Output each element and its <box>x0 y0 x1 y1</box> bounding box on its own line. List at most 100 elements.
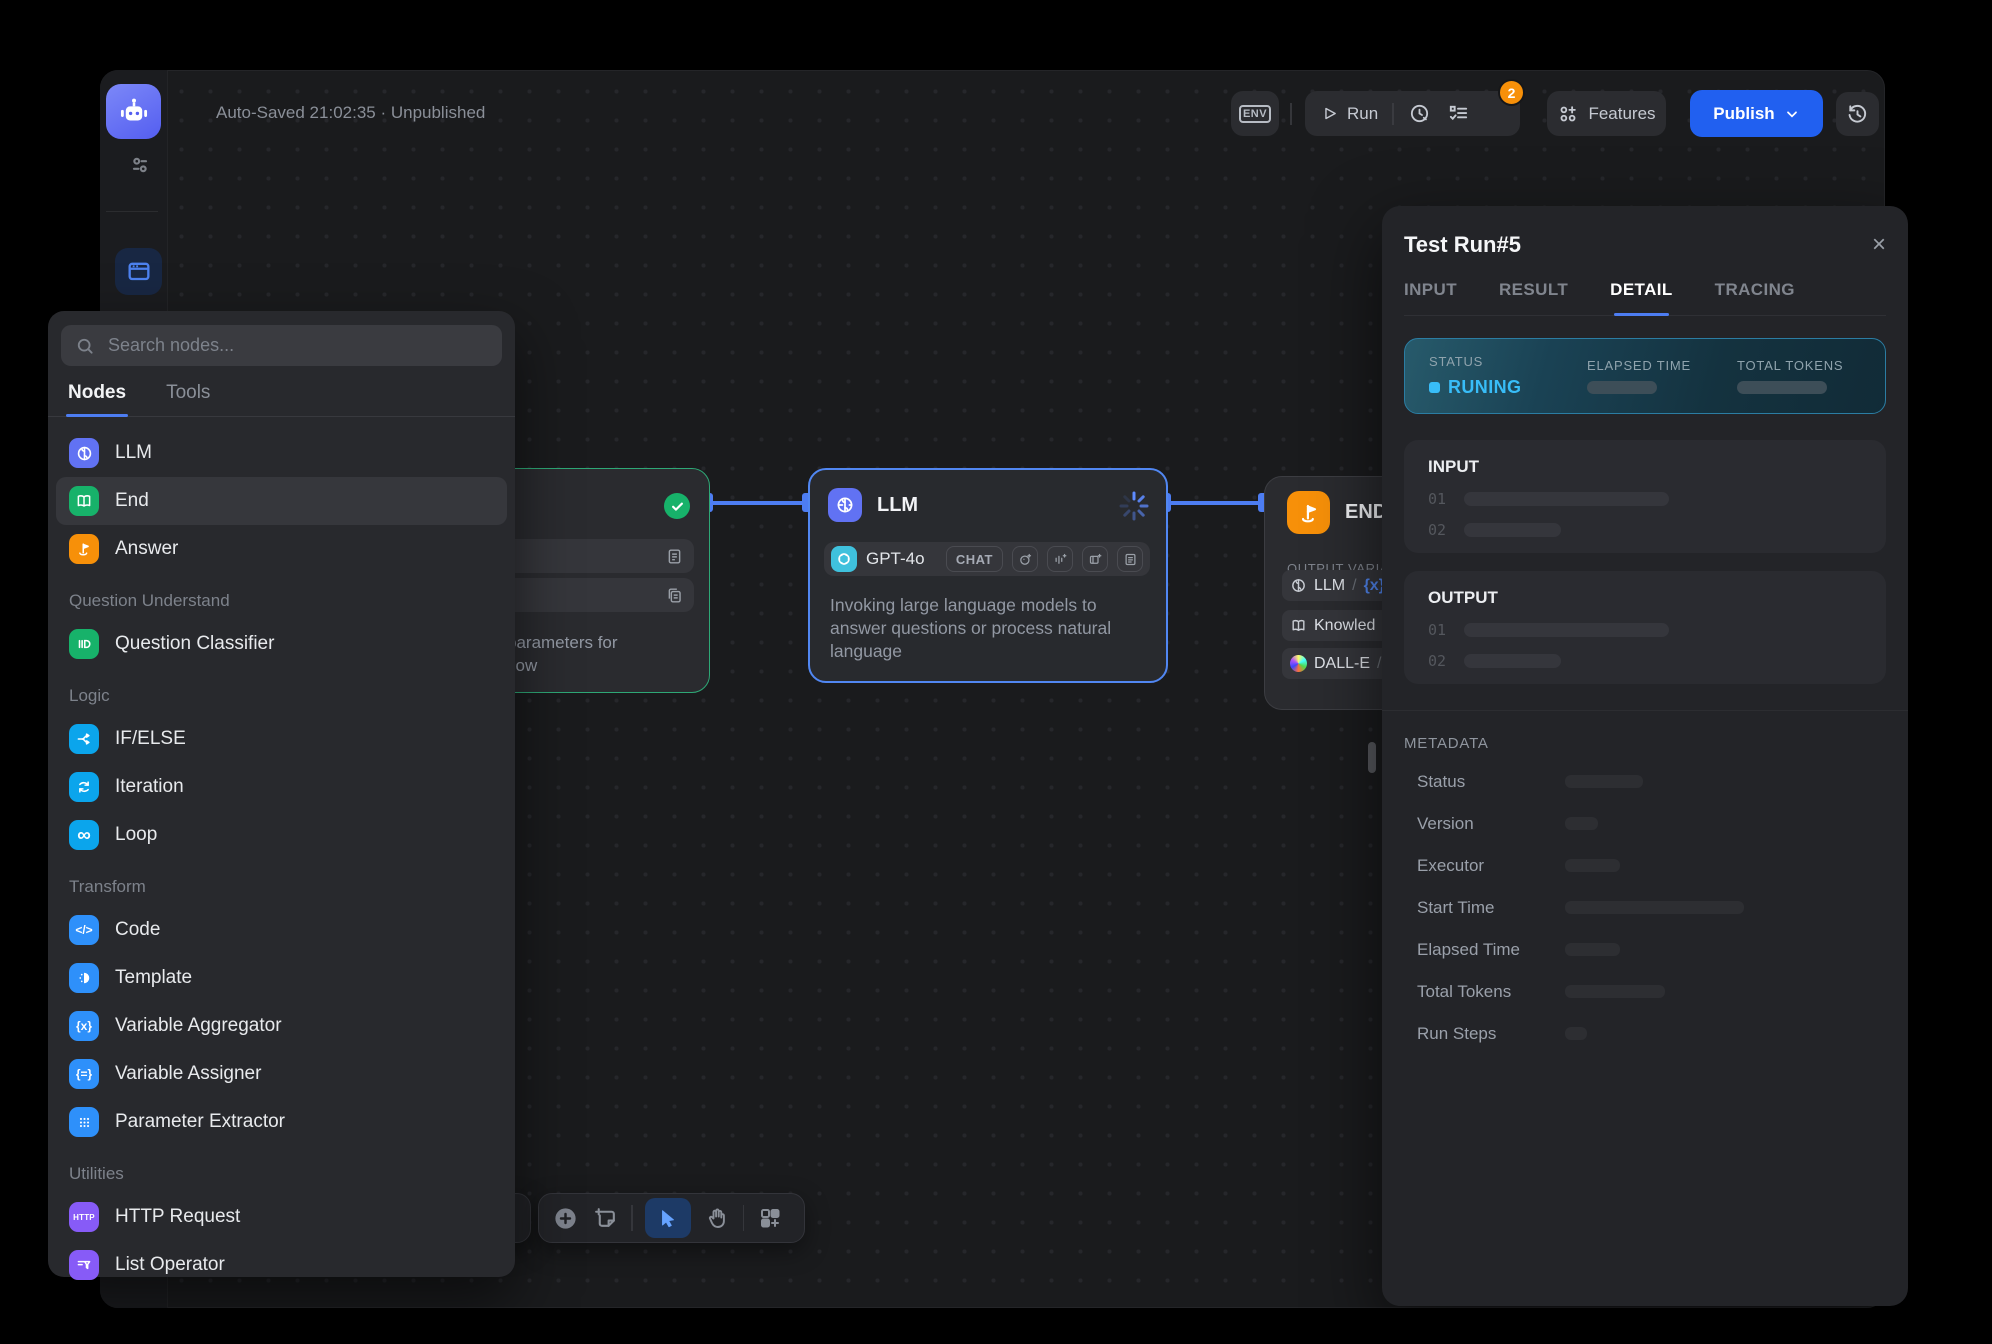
add-note-button[interactable] <box>591 1204 619 1232</box>
template-icon <box>69 963 99 993</box>
section-question-understand: Question Understand <box>56 573 507 620</box>
tab-tools[interactable]: Tools <box>166 382 210 416</box>
metadata-skeleton <box>1565 817 1598 830</box>
section-logic: Logic <box>56 668 507 715</box>
branch-icon <box>69 724 99 754</box>
document-capability-icon <box>1117 546 1143 572</box>
section-transform: Transform <box>56 859 507 906</box>
node-title: END <box>1345 501 1387 524</box>
status-value: RUNING <box>1429 377 1587 398</box>
node-item-code[interactable]: </> Code <box>56 906 507 954</box>
hand-tool-button[interactable] <box>703 1204 731 1232</box>
node-item-variable-assigner[interactable]: {=} Variable Assigner <box>56 1050 507 1098</box>
close-icon[interactable]: × <box>1872 233 1886 257</box>
output-card: OUTPUT 01 02 <box>1404 571 1886 684</box>
metadata-skeleton <box>1565 1027 1587 1040</box>
organize-nodes-button[interactable] <box>756 1204 784 1232</box>
node-item-if-else[interactable]: IF/ELSE <box>56 715 507 763</box>
node-item-llm[interactable]: LLM <box>56 429 507 477</box>
robot-icon <box>117 95 151 129</box>
node-item-end[interactable]: End <box>56 477 507 525</box>
list-filter-icon <box>69 1250 99 1280</box>
flag-icon <box>69 534 99 564</box>
play-icon <box>1321 105 1338 122</box>
edge-start-llm <box>712 501 806 505</box>
window-icon <box>125 258 153 286</box>
output-skeleton <box>1464 623 1669 637</box>
publish-button[interactable]: Publish <box>1690 90 1823 137</box>
variable-aggregator-icon: {x} <box>69 1011 99 1041</box>
metadata-skeleton <box>1565 775 1643 788</box>
metadata-row: Version <box>1404 811 1886 836</box>
tab-result[interactable]: RESULT <box>1499 280 1568 315</box>
document-icon <box>665 547 684 566</box>
node-item-template[interactable]: Template <box>56 954 507 1002</box>
node-item-parameter-extractor[interactable]: Parameter Extractor <box>56 1098 507 1146</box>
node-item-http-request[interactable]: HTTP HTTP Request <box>56 1193 507 1241</box>
autosave-status: Auto-Saved 21:02:35 · Unpublished <box>216 103 485 123</box>
metadata-skeleton <box>1565 901 1744 914</box>
run-button[interactable]: Run <box>1321 104 1378 124</box>
tab-tracing[interactable]: TRACING <box>1715 280 1795 315</box>
pointer-tool-button[interactable] <box>645 1198 691 1238</box>
metadata-skeleton <box>1565 943 1620 956</box>
node-search-panel: Nodes Tools LLM End <box>48 311 515 1277</box>
tab-input[interactable]: INPUT <box>1404 280 1457 315</box>
copy-icon <box>665 586 684 605</box>
output-title: OUTPUT <box>1428 588 1862 608</box>
run-panel-tabs: INPUT RESULT DETAIL TRACING <box>1404 280 1886 316</box>
node-search-box[interactable] <box>61 325 502 366</box>
llm-node[interactable]: LLM <box>808 468 1168 683</box>
panel-resize-handle[interactable] <box>1368 742 1376 773</box>
status-card: STATUS RUNING ELAPSED TIME TOTAL TOKENS <box>1404 338 1886 414</box>
node-item-list-operator[interactable]: List Operator <box>56 1241 507 1289</box>
features-button[interactable]: Features <box>1547 91 1666 136</box>
iteration-icon <box>69 772 99 802</box>
running-dot-icon <box>1429 382 1440 393</box>
run-history-button[interactable] <box>1408 102 1431 125</box>
metadata-row: Start Time <box>1404 895 1886 920</box>
metadata-row: Status <box>1404 769 1886 794</box>
tab-nodes[interactable]: Nodes <box>68 382 126 416</box>
add-node-button[interactable] <box>551 1204 579 1232</box>
model-name: GPT-4o <box>866 549 925 569</box>
node-item-answer[interactable]: Answer <box>56 525 507 573</box>
metadata-row: Run Steps <box>1404 1021 1886 1046</box>
model-selector[interactable]: GPT-4o CHAT <box>824 542 1150 576</box>
knowledge-book-icon <box>1290 617 1307 634</box>
video-capability-icon <box>1082 546 1108 572</box>
panels-button[interactable] <box>115 248 162 295</box>
elapsed-time-skeleton <box>1587 381 1657 394</box>
metadata-row: Executor <box>1404 853 1886 878</box>
test-run-panel: Test Run#5 × INPUT RESULT DETAIL TRACING… <box>1382 206 1908 1306</box>
start-node-description: parameters for flow <box>507 631 707 677</box>
rail-divider <box>106 211 158 212</box>
chevron-down-icon <box>1784 106 1800 122</box>
edge-llm-end <box>1170 501 1262 505</box>
checklist-badge: 2 <box>1498 79 1525 106</box>
history-icon <box>1846 103 1869 126</box>
flag-icon <box>1287 491 1330 534</box>
app-logo[interactable] <box>106 84 161 139</box>
input-title: INPUT <box>1428 457 1862 477</box>
vision-capability-icon <box>1012 546 1038 572</box>
node-item-variable-aggregator[interactable]: {x} Variable Aggregator <box>56 1002 507 1050</box>
version-history-button[interactable] <box>1836 92 1879 136</box>
node-item-iteration[interactable]: Iteration <box>56 763 507 811</box>
tab-detail[interactable]: DETAIL <box>1610 280 1673 315</box>
metadata-row: Elapsed Time <box>1404 937 1886 962</box>
search-input[interactable] <box>106 334 488 357</box>
canvas-toolbar <box>538 1193 805 1243</box>
parameter-extractor-icon <box>69 1107 99 1137</box>
node-item-question-classifier[interactable]: Question Classifier <box>56 620 507 668</box>
audio-capability-icon <box>1047 546 1073 572</box>
brain-icon <box>1290 577 1307 594</box>
env-button[interactable]: ENV <box>1231 91 1279 136</box>
run-toolbar: Run <box>1305 91 1520 136</box>
node-item-loop[interactable]: ∞ Loop <box>56 811 507 859</box>
node-title: LLM <box>877 494 918 517</box>
checklist-button[interactable] <box>1447 102 1470 125</box>
preferences-button[interactable] <box>125 150 155 180</box>
status-label: STATUS <box>1429 354 1587 369</box>
output-skeleton <box>1464 654 1561 668</box>
